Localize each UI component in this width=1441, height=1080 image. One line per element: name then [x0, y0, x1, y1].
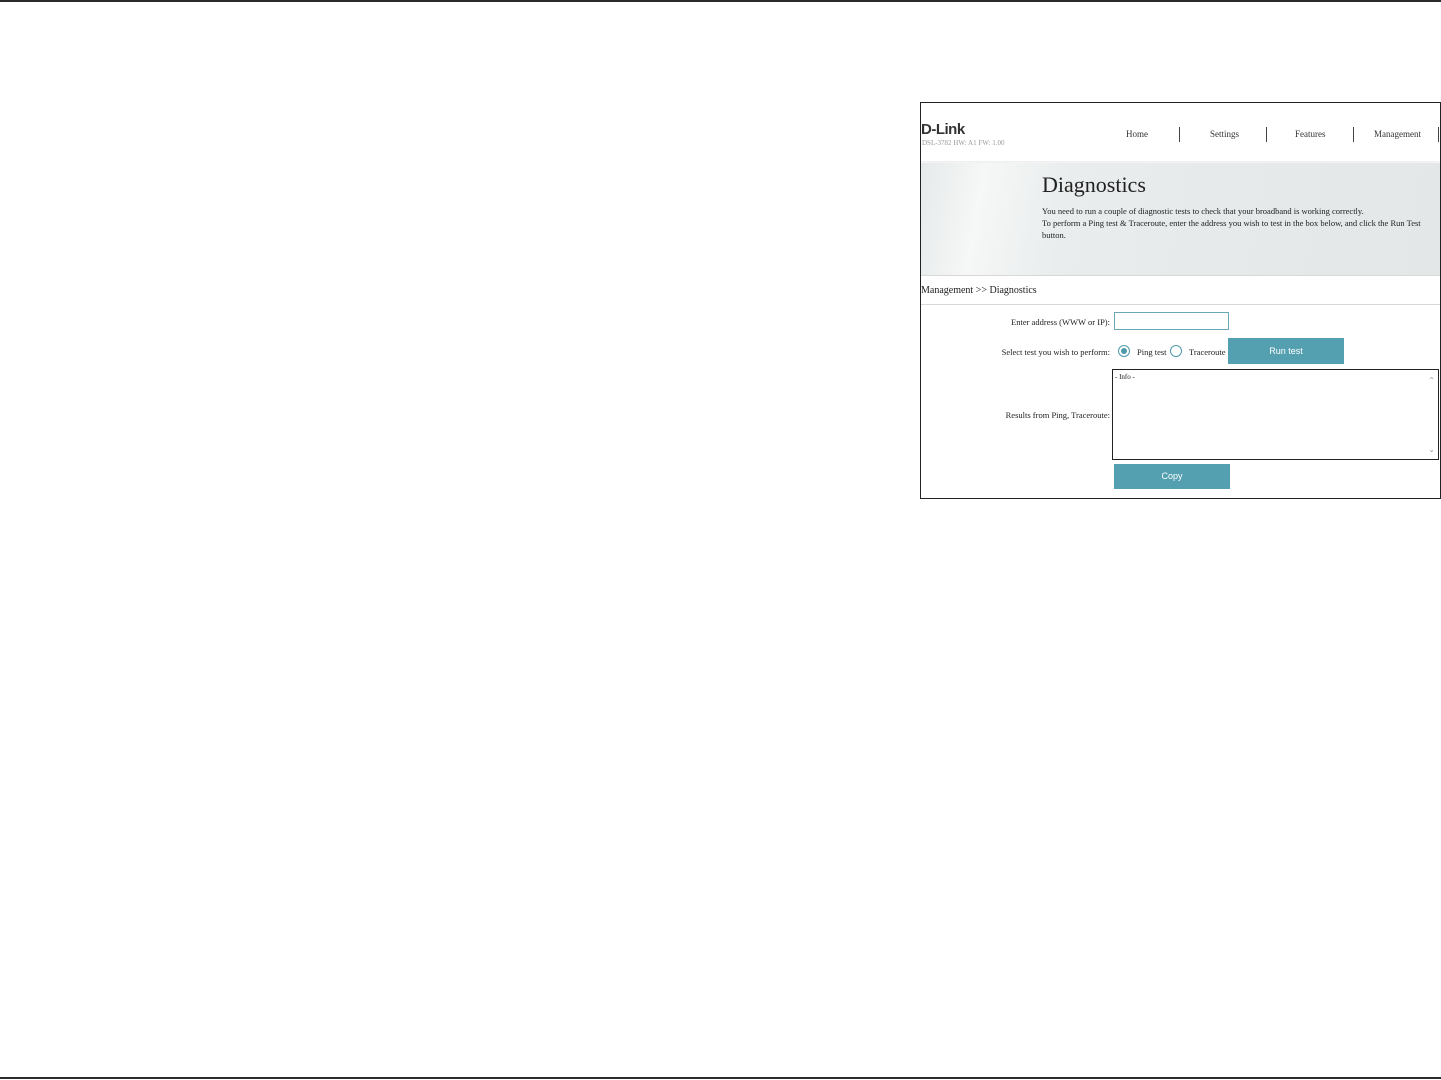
nav-separator — [1353, 127, 1354, 142]
scroll-down-icon[interactable]: ⌄ — [1428, 445, 1435, 454]
ping-test-label[interactable]: Ping test — [1137, 347, 1167, 357]
test-select-label: Select test you wish to perform: — [1001, 347, 1110, 357]
results-label: Results from Ping, Traceroute: — [1005, 410, 1110, 420]
scroll-up-icon[interactable]: ⌃ — [1428, 376, 1435, 385]
nav-management[interactable]: Management — [1374, 129, 1421, 139]
address-label: Enter address (WWW or IP): — [1011, 317, 1110, 327]
diagnostics-banner: Diagnostics You need to run a couple of … — [921, 163, 1440, 275]
results-text: - Info - — [1115, 373, 1135, 381]
traceroute-radio[interactable] — [1170, 345, 1182, 357]
page-bottom-rule — [0, 1077, 1441, 1079]
run-test-button[interactable]: Run test — [1228, 338, 1344, 364]
page-top-rule — [0, 0, 1441, 2]
nav-home[interactable]: Home — [1126, 129, 1148, 139]
page-title: Diagnostics — [1042, 172, 1146, 197]
dlink-logo: D-Link — [921, 121, 965, 138]
copy-button[interactable]: Copy — [1114, 464, 1230, 489]
radio-selected-dot — [1121, 348, 1127, 354]
breadcrumb-bar: Management >> Diagnostics — [921, 275, 1440, 305]
nav-separator — [1266, 127, 1267, 142]
router-ui-screenshot: D-Link DSL-3782 HW: A1 FW: 1.00 Home Set… — [920, 102, 1441, 499]
results-textarea[interactable]: - Info - ⌃ ⌄ — [1112, 369, 1439, 460]
model-info: DSL-3782 HW: A1 FW: 1.00 — [922, 139, 1005, 147]
nav-settings[interactable]: Settings — [1210, 129, 1239, 139]
description-line-1: You need to run a couple of diagnostic t… — [1042, 206, 1364, 216]
address-input[interactable] — [1114, 312, 1229, 330]
nav-separator — [1179, 127, 1180, 142]
traceroute-label[interactable]: Traceroute — [1189, 347, 1226, 357]
nav-separator — [1438, 127, 1439, 142]
page-description: You need to run a couple of diagnostic t… — [1042, 205, 1434, 241]
top-bar: D-Link DSL-3782 HW: A1 FW: 1.00 Home Set… — [921, 103, 1440, 161]
description-line-2: To perform a Ping test & Traceroute, ent… — [1042, 218, 1421, 240]
breadcrumb: Management >> Diagnostics — [921, 285, 1037, 296]
ping-test-radio[interactable] — [1118, 345, 1130, 357]
nav-features[interactable]: Features — [1295, 129, 1326, 139]
